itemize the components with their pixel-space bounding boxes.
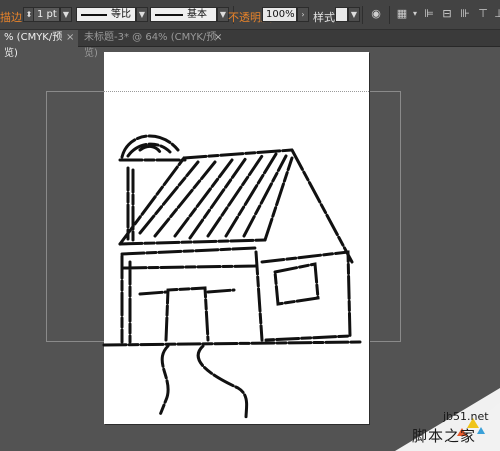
house-drawing[interactable] [0,0,500,451]
roof-left [118,156,186,246]
roof-stripes [138,152,288,240]
watermark-url: jb51.net [443,410,489,423]
wall-line [138,288,236,296]
roof-eave [118,238,267,246]
roof-right [290,148,354,264]
path-left [158,344,170,417]
watermark-name: 脚本之家 [412,427,477,445]
door [164,286,210,342]
chimney-top [120,134,180,159]
ground-line [102,340,364,347]
window [273,262,320,306]
path-right [196,344,249,420]
